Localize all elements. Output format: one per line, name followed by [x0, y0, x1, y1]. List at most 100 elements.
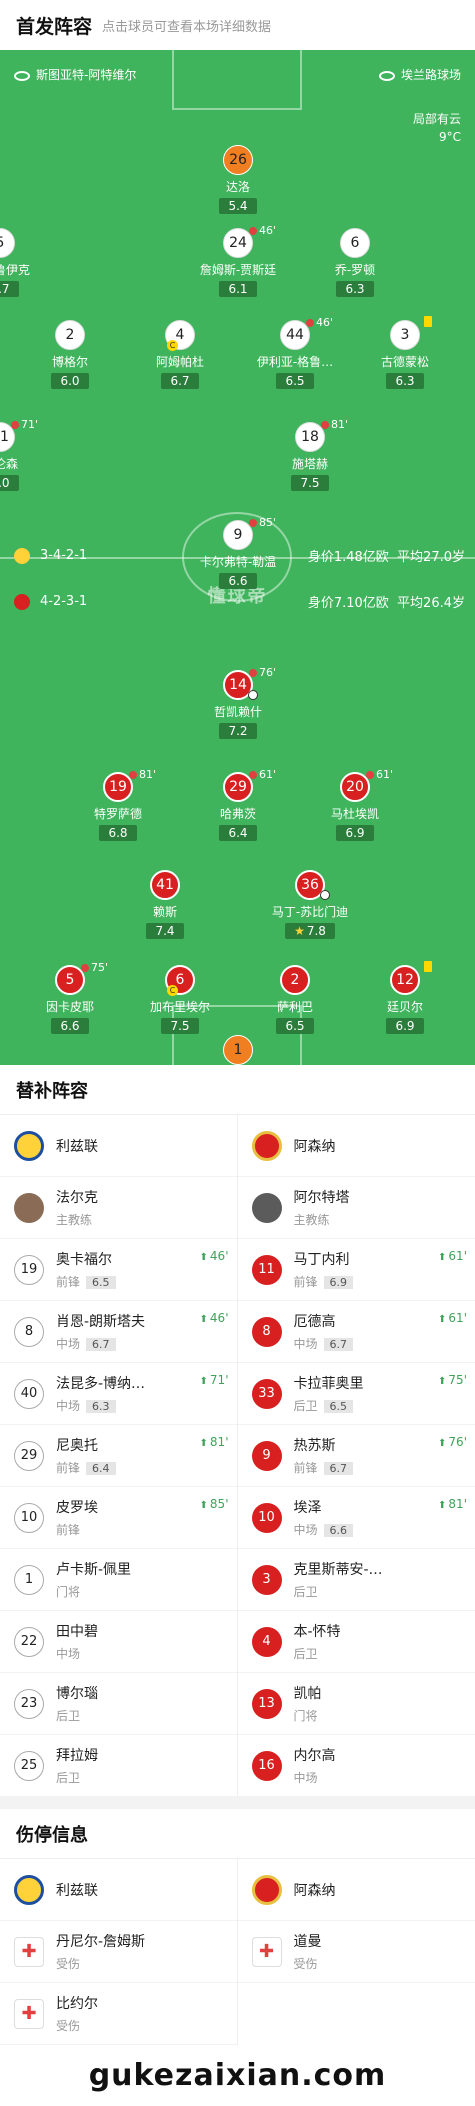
- sub-on-time: 75': [438, 1373, 467, 1387]
- sub-player-row[interactable]: 13 凯帕 门将: [237, 1673, 475, 1735]
- injury-status: 受伤: [56, 2019, 81, 2033]
- home-value: 身价1.48亿欧: [307, 550, 389, 565]
- sub-player-row[interactable]: 25 拜拉姆 后卫: [0, 1735, 237, 1797]
- pitch-player[interactable]: 26 达洛 5.4: [183, 145, 293, 214]
- sub-position: 中场: [293, 1771, 318, 1785]
- sub-name: 奥卡福尔: [56, 1252, 112, 1268]
- sub-player-row[interactable]: 29 尼奥托前锋 6.4 81': [0, 1425, 237, 1487]
- sub-off-time: 46': [249, 224, 276, 237]
- player-number: 6: [340, 228, 370, 258]
- pitch-player[interactable]: 36马丁-苏比门迪7.8: [255, 870, 365, 939]
- player-rating: 6.6: [51, 1018, 89, 1034]
- pitch-player[interactable]: 5 因卡皮耶 6.6 75': [15, 961, 125, 1034]
- sub-player-row[interactable]: 22 田中碧 中场: [0, 1611, 237, 1673]
- sub-player-row[interactable]: 9 热苏斯前锋 6.7 76': [237, 1425, 475, 1487]
- sub-rating: 6.7: [86, 1338, 116, 1351]
- injury-title: 伤停信息: [0, 1809, 475, 1859]
- away-coach-row[interactable]: 阿尔特塔 主教练: [237, 1177, 475, 1239]
- sub-player-row[interactable]: 8 肖恩-朗斯塔夫中场 6.7 46': [0, 1301, 237, 1363]
- sub-player-row[interactable]: 40 法昆多-博纳… 中场 6.3 71': [0, 1363, 237, 1425]
- sub-name: 本-怀特: [293, 1624, 341, 1640]
- injury-home-team-row[interactable]: 利兹联: [0, 1859, 237, 1921]
- pitch-player[interactable]: 20 马杜埃凯 6.9 61': [300, 768, 410, 841]
- player-rating: 6.5: [276, 373, 314, 389]
- sub-number: 8: [251, 1316, 282, 1347]
- player-number: 5: [0, 228, 15, 258]
- weather-desc: 局部有云: [412, 112, 461, 126]
- away-team-row[interactable]: 阿森纳: [237, 1115, 475, 1177]
- pitch-player[interactable]: 12 廷贝尔 6.9: [350, 961, 460, 1034]
- pitch-player[interactable]: 11阿伦森6.071': [0, 418, 55, 491]
- sub-player-row[interactable]: 23 博尔瑙 后卫: [0, 1673, 237, 1735]
- home-team-row[interactable]: 利兹联: [0, 1115, 237, 1177]
- pitch-player[interactable]: 44 伊利亚-格鲁… 6.5 46': [240, 316, 350, 389]
- pitch-player[interactable]: 29 哈弗茨 6.4 61': [183, 768, 293, 841]
- player-number: 1: [223, 1035, 253, 1065]
- sub-rating: 6.6: [323, 1524, 354, 1537]
- pitch-player[interactable]: 2 博格尔 6.0: [15, 320, 125, 389]
- home-coach-row[interactable]: 法尔克 主教练: [0, 1177, 237, 1239]
- sub-rating: 6.5: [323, 1400, 354, 1413]
- pitch-player[interactable]: 19 特罗萨德 6.8 81': [63, 768, 173, 841]
- referee-name: 斯图亚特-阿特维尔: [36, 68, 137, 82]
- player-number: 12: [390, 965, 420, 995]
- injury-row[interactable]: ✚ 道曼 受伤: [237, 1921, 475, 1983]
- lineup-header: 首发阵容 点击球员可查看本场详细数据: [0, 0, 475, 50]
- pitch-player[interactable]: 4 阿姆帕杜 6.7 C: [125, 320, 235, 389]
- pitch-player[interactable]: 2 萨利巴 6.5: [240, 965, 350, 1034]
- injury-row[interactable]: ✚ 丹尼尔-詹姆斯 受伤: [0, 1921, 237, 1983]
- sub-on-time: 76': [438, 1435, 467, 1449]
- player-rating: 6.7: [0, 281, 19, 297]
- sub-on-time: 61': [438, 1249, 467, 1263]
- pitch-player[interactable]: 3 古德蒙松 6.3: [350, 316, 460, 389]
- pitch: 斯图亚特-阿特维尔 埃兰路球场 局部有云 9°C 懂球帝 3-4-2-1 身价1…: [0, 50, 475, 1065]
- home-coach-name: 法尔克: [56, 1190, 98, 1206]
- pitch-player[interactable]: 14 哲凯赖什 7.2 76': [183, 666, 293, 739]
- pitch-player[interactable]: 9 卡尔弗特-勒温 6.6 85': [183, 516, 293, 589]
- sub-player-row[interactable]: 16 内尔高 中场: [237, 1735, 475, 1797]
- away-age: 平均26.4岁: [397, 596, 465, 611]
- home-coach-role: 主教练: [56, 1213, 93, 1227]
- sub-player-row[interactable]: 10 皮罗埃前锋 85': [0, 1487, 237, 1549]
- sub-player-row[interactable]: 1 卢卡斯-佩里 门将: [0, 1549, 237, 1611]
- sub-number: 23: [14, 1688, 44, 1719]
- sub-player-row[interactable]: 4 本-怀特 后卫: [237, 1611, 475, 1673]
- coach-avatar: [251, 1192, 282, 1223]
- yellow-card-icon: [424, 961, 432, 972]
- sub-player-row[interactable]: 3 克里斯蒂安-… 后卫: [237, 1549, 475, 1611]
- pitch-player[interactable]: 24 詹姆斯-贾斯廷 6.1 46': [183, 224, 293, 297]
- goal-ball-icon: [320, 890, 330, 900]
- sub-player-row[interactable]: 10 埃泽中场 6.6 81': [237, 1487, 475, 1549]
- player-rating: 7.8: [285, 923, 335, 939]
- injury-away-team-row[interactable]: 阿森纳: [237, 1859, 475, 1921]
- subs-home-column: 利兹联 法尔克主教练 19 奥卡福尔前锋 6.5 46' 8 肖恩-朗斯塔夫中场 6.7 46…: [0, 1115, 238, 1797]
- pitch-player[interactable]: 1戴维-拉亚6.9: [183, 1035, 293, 1065]
- sub-rating: 6.7: [323, 1462, 354, 1475]
- sub-player-row[interactable]: 8 厄德高中场 6.7 61': [237, 1301, 475, 1363]
- player-name: 廷贝尔: [386, 1000, 423, 1014]
- sub-off-time: 85': [249, 516, 276, 529]
- player-name: 阿伦森: [0, 457, 18, 471]
- sub-player-row[interactable]: 33 卡拉菲奥里后卫 6.5 75': [237, 1363, 475, 1425]
- subs-away-column: 阿森纳 阿尔特塔主教练 11马丁内利前锋6.961'8厄德高中场6.761'33…: [237, 1115, 475, 1797]
- stadium-icon: [378, 70, 395, 81]
- pitch-player[interactable]: 41 赖斯 7.4: [110, 870, 220, 939]
- sub-position: 前锋: [56, 1523, 81, 1537]
- sub-off-time: 75': [81, 961, 108, 974]
- pitch-player[interactable]: 6 加布里埃尔 7.5 C: [125, 965, 235, 1034]
- player-name: 卡尔弗特-勒温: [199, 555, 277, 569]
- player-name: 詹姆斯-贾斯廷: [199, 263, 277, 277]
- sub-name: 皮罗埃: [56, 1500, 98, 1516]
- sub-name: 内尔高: [293, 1748, 336, 1764]
- pitch-player[interactable]: 5 斯特鲁伊克 6.7: [0, 228, 55, 297]
- pitch-player[interactable]: 6 乔-罗顿 6.3: [300, 228, 410, 297]
- injury-row[interactable]: ✚ 比约尔 受伤: [0, 1983, 237, 2045]
- sub-player-row[interactable]: 19 奥卡福尔前锋 6.5 46': [0, 1239, 237, 1301]
- medical-cross-icon: ✚: [14, 1936, 44, 1967]
- player-rating: 5.4: [219, 198, 257, 214]
- sub-number: 19: [14, 1254, 44, 1285]
- sub-player-row[interactable]: 11 马丁内利前锋 6.9 61': [237, 1239, 475, 1301]
- player-number: 41: [150, 870, 180, 900]
- sub-number: 13: [251, 1688, 282, 1719]
- pitch-player[interactable]: 18 施塔赫 7.5 81': [255, 418, 365, 491]
